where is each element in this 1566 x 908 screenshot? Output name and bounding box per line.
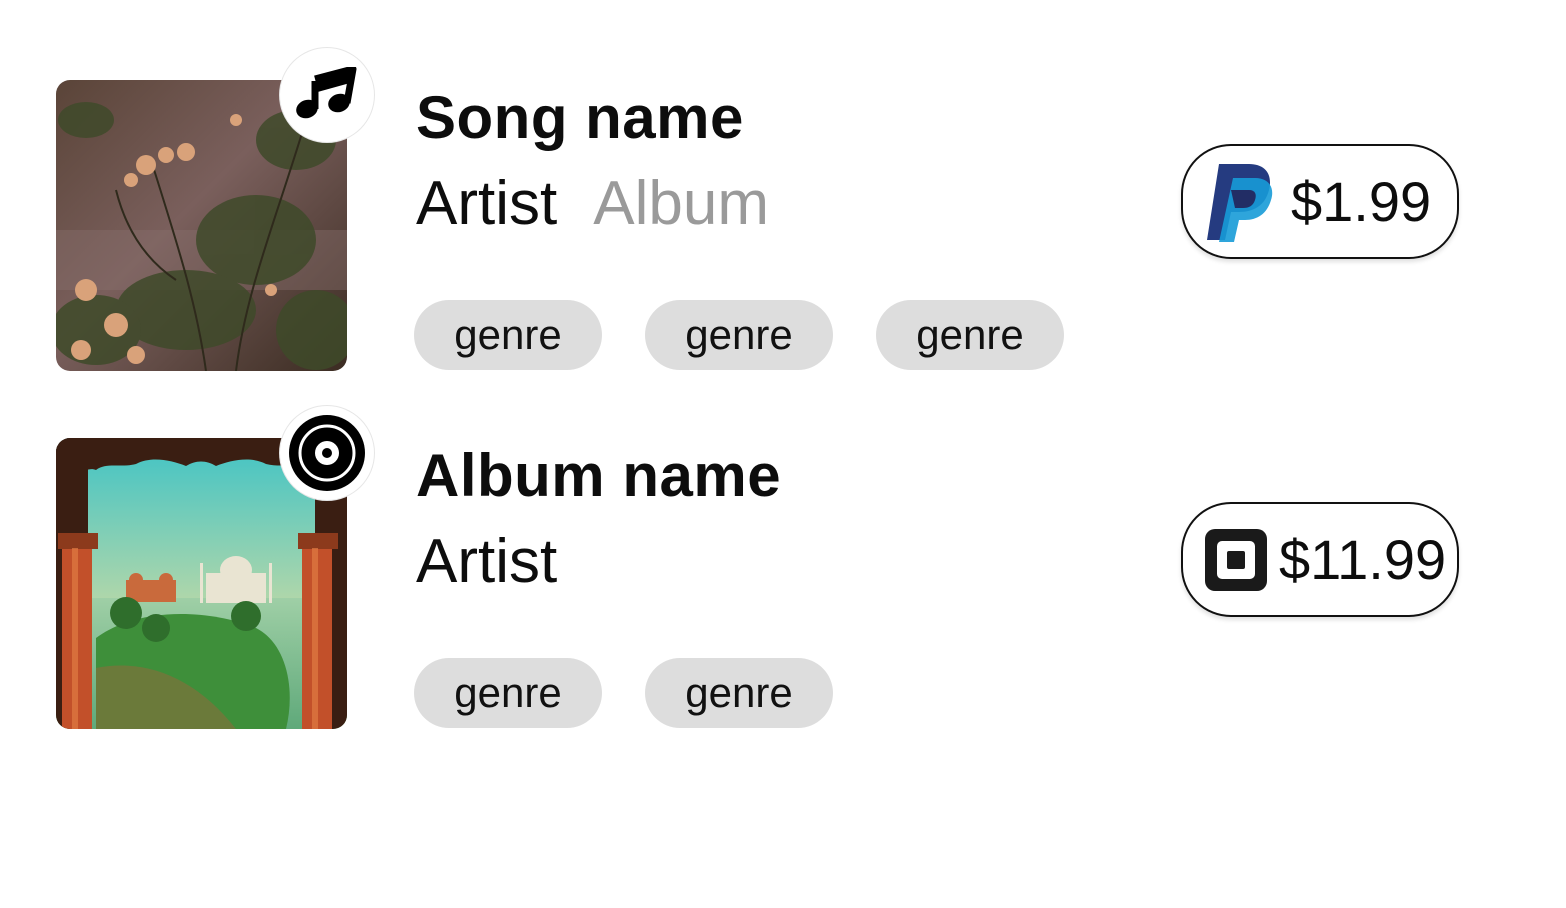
genre-chip[interactable]: genre <box>645 658 833 728</box>
song-item[interactable]: Song name Artist Album genre genre genre … <box>0 44 1566 374</box>
song-price: $1.99 <box>1291 169 1432 233</box>
album-artist[interactable]: Artist <box>416 527 557 596</box>
square-icon <box>1205 528 1267 591</box>
song-album[interactable]: Album <box>593 169 769 238</box>
music-note-icon <box>280 48 374 142</box>
song-artist[interactable]: Artist <box>416 169 557 238</box>
song-title[interactable]: Song name <box>416 80 744 156</box>
genre-chip[interactable]: genre <box>414 658 602 728</box>
genre-chip[interactable]: genre <box>414 300 602 370</box>
genre-chip[interactable]: genre <box>876 300 1064 370</box>
paypal-icon <box>1205 162 1273 242</box>
album-price: $11.99 <box>1279 527 1447 591</box>
album-item[interactable]: Album name Artist genre genre $11.99 <box>0 402 1566 732</box>
buy-album-button[interactable]: $11.99 <box>1181 502 1459 617</box>
song-meta: Artist Album <box>416 166 769 242</box>
album-meta: Artist <box>416 524 557 600</box>
genre-chip[interactable]: genre <box>645 300 833 370</box>
album-title[interactable]: Album name <box>416 438 781 514</box>
vinyl-disc-icon <box>280 406 374 500</box>
album-genre-list: genre genre <box>414 658 833 728</box>
song-genre-list: genre genre genre <box>414 300 1064 370</box>
buy-song-button[interactable]: $1.99 <box>1181 144 1459 259</box>
